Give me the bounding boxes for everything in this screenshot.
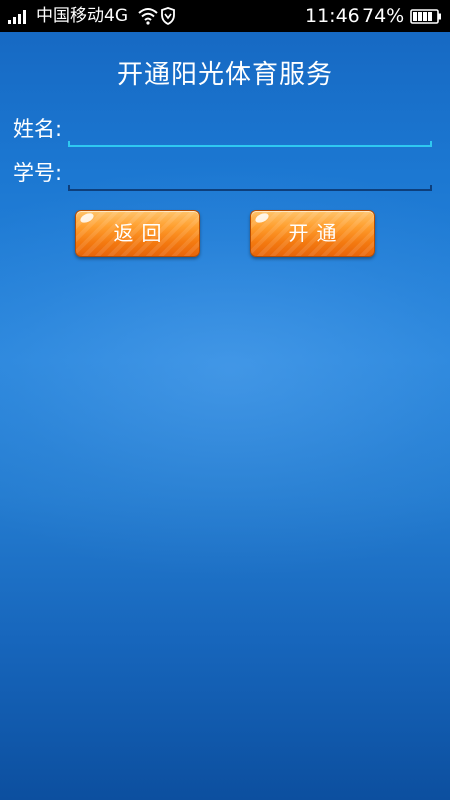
student-id-label: 学号: [13,161,63,185]
wifi-icon [138,8,158,25]
back-button[interactable]: 返回 [75,210,200,257]
clock: 11:46 [305,5,360,27]
shield-icon [161,7,175,25]
carrier-label: 中国移动4G [36,6,128,26]
battery-percent: 74% [362,5,405,27]
battery-icon [410,9,441,24]
student-id-input[interactable] [68,158,432,188]
app-screen: 中国移动4G 11:46 74% 开通阳光体育服务 姓名: 学号: 返回 开通 [0,0,450,800]
name-input[interactable] [68,114,432,144]
name-input-underline [68,141,432,147]
student-id-input-underline [68,185,432,191]
open-service-button[interactable]: 开通 [250,210,375,257]
signal-icon [8,10,30,24]
status-bar: 中国移动4G 11:46 74% [0,0,450,32]
page-title: 开通阳光体育服务 [116,60,333,90]
name-label: 姓名: [13,117,63,141]
